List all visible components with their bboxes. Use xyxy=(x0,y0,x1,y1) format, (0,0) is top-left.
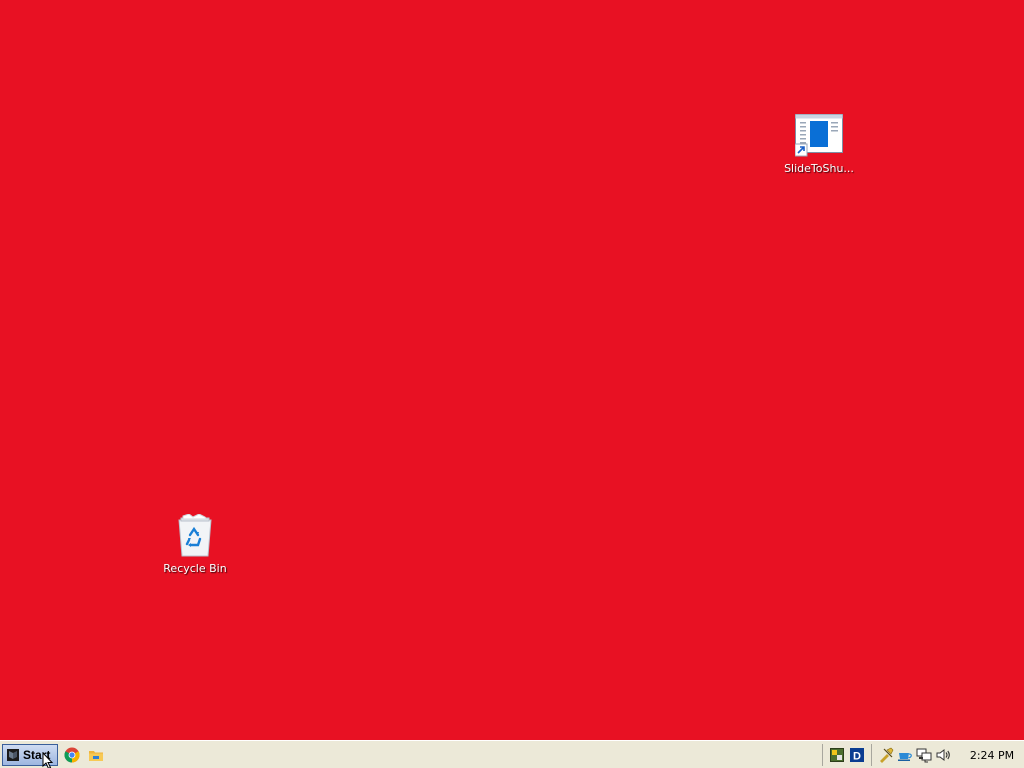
start-logo-icon xyxy=(6,748,20,762)
tool-tray-icon[interactable] xyxy=(878,747,894,763)
system-tray: D 2:24 PM xyxy=(822,743,1024,767)
cup-tray-icon[interactable] xyxy=(897,747,913,763)
svg-text:D: D xyxy=(853,751,861,763)
app-tray-icon[interactable] xyxy=(829,747,845,763)
file-explorer-icon[interactable] xyxy=(86,745,106,765)
chrome-icon[interactable] xyxy=(62,745,82,765)
notification-area: 2:24 PM xyxy=(871,744,1024,766)
quick-launch-bar xyxy=(62,745,106,765)
d-tray-icon[interactable]: D xyxy=(849,747,865,763)
volume-icon[interactable] xyxy=(935,747,951,763)
desktop[interactable]: SlideToShu... Recycle Bin xyxy=(0,0,1024,740)
start-label: Start xyxy=(23,748,51,762)
network-icon[interactable] xyxy=(916,747,932,763)
desktop-icon-recycle-bin[interactable]: Recycle Bin xyxy=(155,513,235,575)
recycle-bin-icon xyxy=(171,513,219,558)
clock[interactable]: 2:24 PM xyxy=(964,749,1020,762)
desktop-icon-label: SlideToShu... xyxy=(784,162,854,175)
desktop-icon-label: Recycle Bin xyxy=(163,562,227,575)
taskbar: Start D 2:24 PM xyxy=(0,740,1024,768)
window-shortcut-icon xyxy=(794,114,843,158)
desktop-icon-slidetoshutdown[interactable]: SlideToShu... xyxy=(779,114,859,175)
tray-pinned-apps: D xyxy=(822,744,871,766)
start-button[interactable]: Start xyxy=(2,744,58,766)
